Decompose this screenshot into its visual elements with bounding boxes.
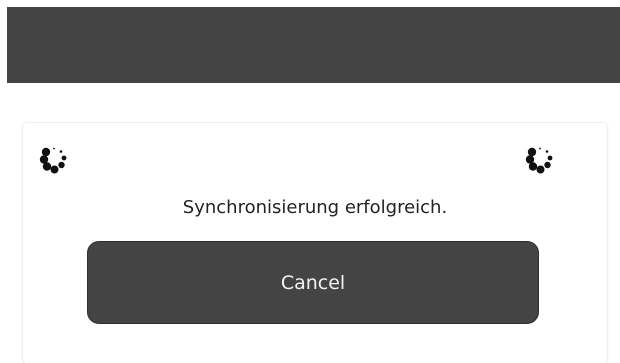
sync-dialog: Synchronisierung erfolgreich. Cancel: [23, 123, 607, 363]
loading-spinner-icon: [523, 143, 563, 183]
cancel-button[interactable]: Cancel: [87, 241, 539, 324]
loading-spinner-icon: [37, 143, 77, 183]
top-bar: [7, 7, 620, 83]
sync-status-text: Synchronisierung erfolgreich.: [182, 197, 448, 218]
